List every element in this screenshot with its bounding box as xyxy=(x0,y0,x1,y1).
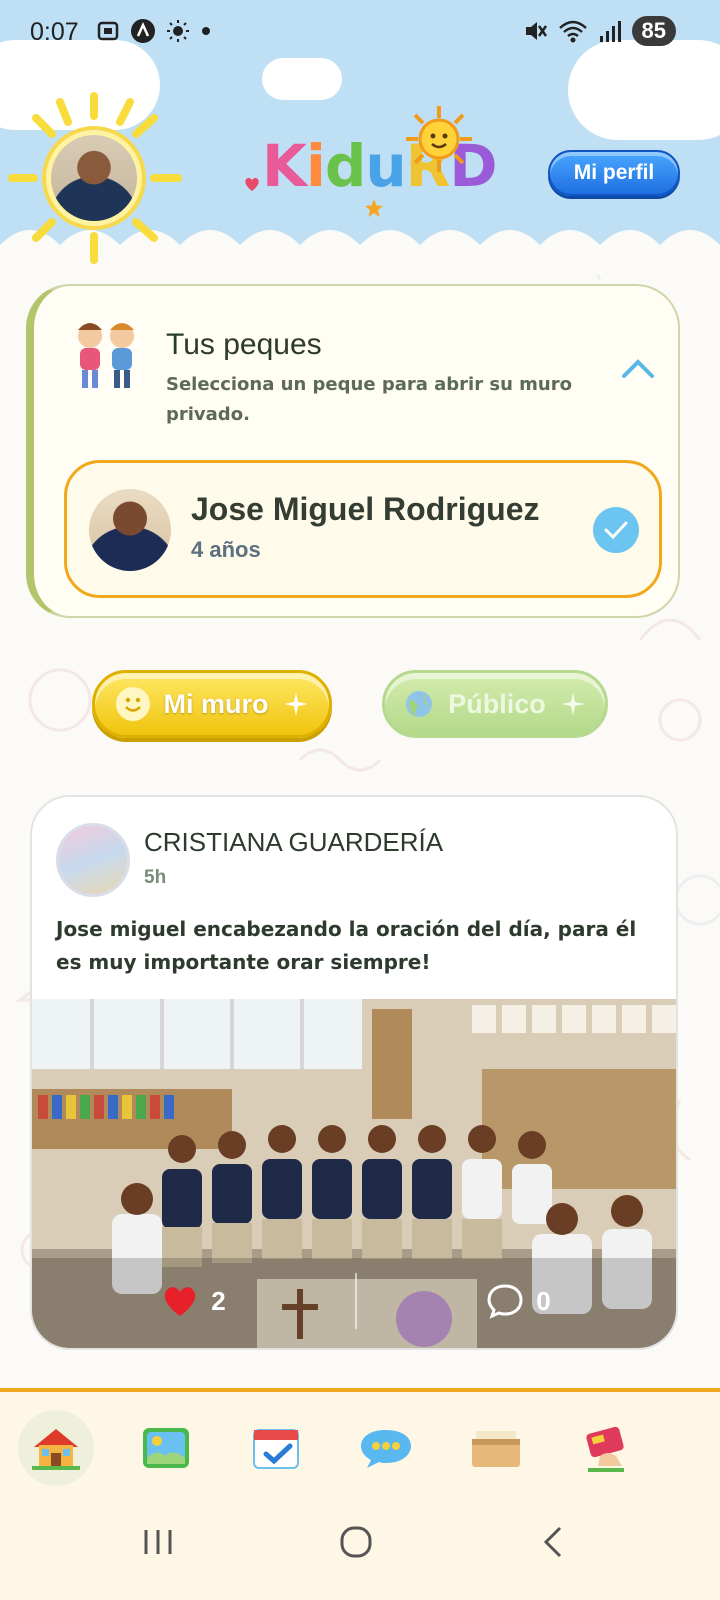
my-wall-button[interactable]: Mi muro xyxy=(92,670,332,738)
section-title: Tus peques xyxy=(166,328,322,361)
comment-button[interactable]: 0 xyxy=(357,1283,676,1319)
logo-sun-icon xyxy=(406,106,472,172)
star-decor-icon xyxy=(365,199,383,217)
signal-icon xyxy=(599,21,621,42)
heart-decor-icon xyxy=(245,177,259,191)
bottom-nav xyxy=(0,1388,720,1600)
heart-icon xyxy=(165,1287,196,1316)
child-name: Jose Miguel Rodriguez xyxy=(191,491,540,527)
home-icon xyxy=(32,1429,80,1470)
section-subtitle: Selecciona un peque para abrir su muro p… xyxy=(166,374,572,425)
child-age: 4 años xyxy=(191,537,261,562)
nav-calendar[interactable] xyxy=(238,1410,314,1486)
logo-letter: i xyxy=(305,132,326,200)
home-button-icon[interactable] xyxy=(336,1522,376,1562)
calendar-icon xyxy=(253,1429,299,1469)
logo-letter: u xyxy=(365,132,406,200)
sparkle-icon xyxy=(283,692,308,716)
nav-box[interactable] xyxy=(458,1410,534,1486)
public-wall-label: Público xyxy=(448,688,546,719)
recents-icon[interactable] xyxy=(138,1522,178,1562)
like-button[interactable]: 2 xyxy=(32,1284,355,1318)
system-nav-bar xyxy=(0,1500,720,1600)
my-profile-button[interactable]: Mi perfil xyxy=(548,150,680,196)
app-header: 0:07 85 KiduRD Mi perfil xyxy=(0,0,720,275)
app-logo: KiduRD xyxy=(244,106,498,222)
nav-card[interactable] xyxy=(568,1410,644,1486)
post-text: Jose miguel encabezando la oración del d… xyxy=(56,917,637,974)
sparkle-icon xyxy=(560,692,585,716)
status-time: 0:07 xyxy=(30,18,79,46)
comment-icon xyxy=(487,1284,523,1319)
my-wall-label: Mi muro xyxy=(163,688,269,719)
logo-letter: d xyxy=(324,132,367,200)
kids-icon xyxy=(78,323,134,388)
back-icon[interactable] xyxy=(534,1522,574,1562)
avatar xyxy=(46,130,142,226)
screenshot-icon xyxy=(97,21,119,41)
child-item[interactable]: Jose Miguel Rodriguez 4 años xyxy=(64,460,662,598)
a-badge-icon xyxy=(131,19,155,43)
post-actions: 2 0 xyxy=(32,1254,676,1348)
status-bar: 0:07 85 xyxy=(0,0,720,66)
check-icon xyxy=(593,507,639,553)
post-card: CRISTIANA GUARDERÍA 5h Jose miguel encab… xyxy=(30,795,678,1350)
mute-icon xyxy=(525,22,547,40)
nav-album[interactable] xyxy=(128,1410,204,1486)
logo-letter: K xyxy=(262,132,307,200)
nav-chat[interactable] xyxy=(348,1410,424,1486)
dot-icon xyxy=(202,27,210,35)
public-wall-button[interactable]: Público xyxy=(382,670,608,738)
box-icon xyxy=(472,1431,520,1467)
post-author-avatar[interactable] xyxy=(56,823,130,897)
comment-count: 0 xyxy=(536,1285,551,1316)
globe-icon xyxy=(406,691,433,717)
like-count: 2 xyxy=(211,1285,226,1316)
brightness-icon xyxy=(167,20,189,42)
album-icon xyxy=(143,1428,189,1468)
battery-level: 85 xyxy=(631,16,676,46)
nav-home[interactable] xyxy=(18,1410,94,1486)
chevron-up-icon[interactable] xyxy=(620,356,656,380)
chat-icon xyxy=(361,1430,411,1468)
child-avatar xyxy=(89,489,171,571)
card-icon xyxy=(586,1426,624,1472)
user-avatar-sun[interactable] xyxy=(6,88,186,268)
post-author[interactable]: CRISTIANA GUARDERÍA xyxy=(144,827,443,858)
post-time: 5h xyxy=(144,867,167,888)
children-selector-card: Tus peques Selecciona un peque para abri… xyxy=(26,284,680,618)
smile-icon xyxy=(115,687,150,721)
wifi-icon xyxy=(558,20,587,43)
